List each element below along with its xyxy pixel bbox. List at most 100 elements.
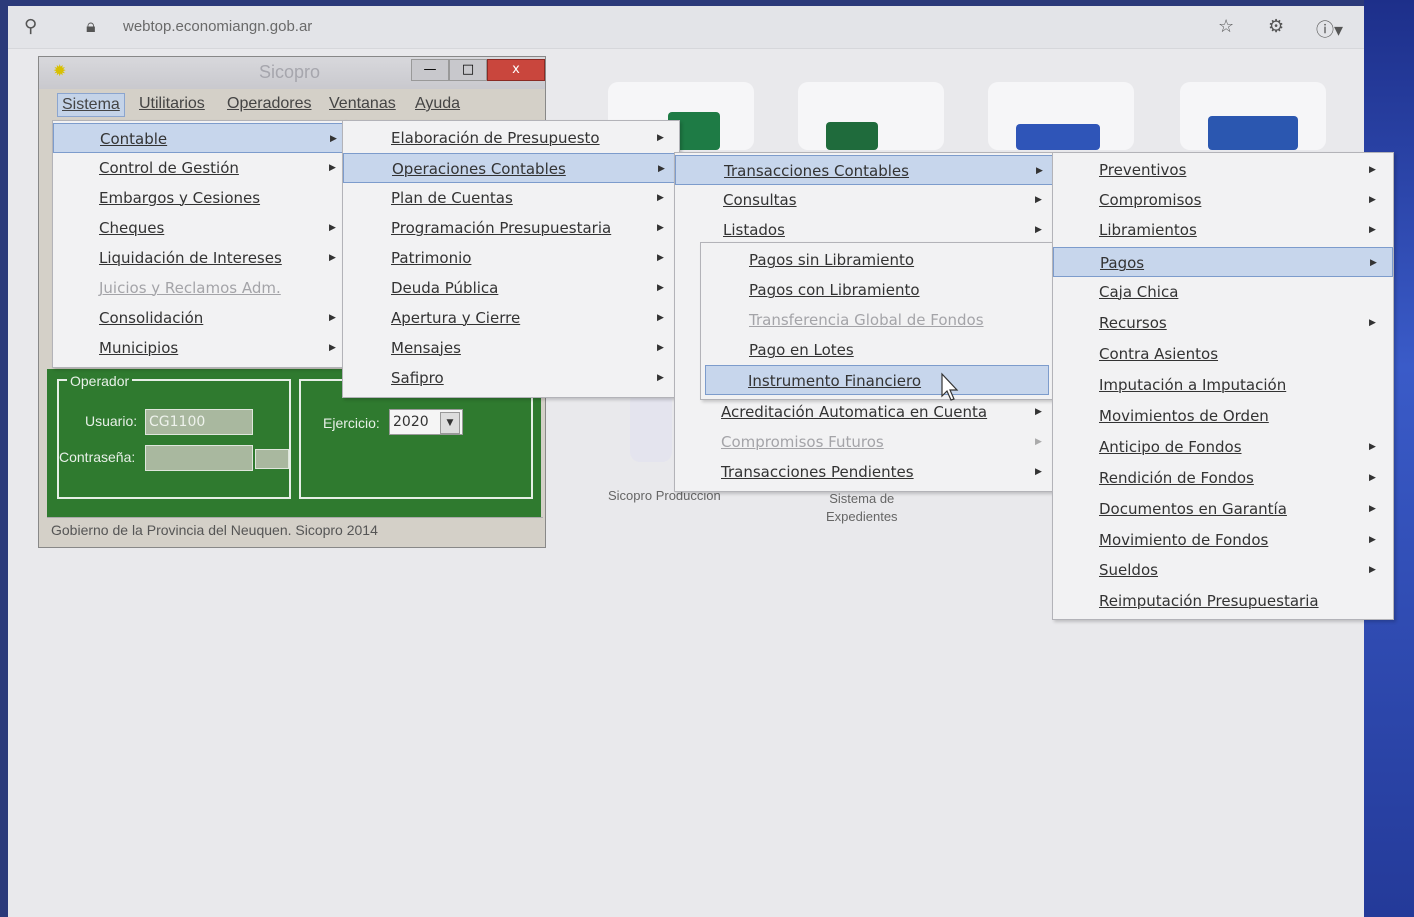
menu-item-movimiento-fondos[interactable]: Movimiento de Fondos ▶ — [1053, 525, 1393, 555]
menu-item-movimientos-orden[interactable]: Movimientos de Orden — [1053, 401, 1393, 431]
menu-item-label: Pagos con Libramiento — [749, 281, 920, 299]
menu-item-transacciones-pendientes[interactable]: Transacciones Pendientes ▶ — [675, 457, 1055, 487]
url-text[interactable]: webtop.economiangn.gob.ar — [123, 18, 312, 35]
menu-item-listados[interactable]: Listados ▶ — [675, 215, 1055, 245]
menu-ventanas[interactable]: Ventanas — [325, 93, 400, 115]
menu-item-label: Mensajes — [391, 339, 461, 357]
ejercicio-select[interactable]: 2020 ▼ — [389, 409, 463, 435]
menu-item-operaciones-contables[interactable]: Operaciones Contables ▶ — [343, 153, 679, 183]
menu-ayuda[interactable]: Ayuda — [411, 93, 464, 115]
menu-item-cheques[interactable]: Cheques ▶ — [53, 213, 345, 243]
menu-item-compromisos-futuros[interactable]: Compromisos Futuros ▶ — [675, 427, 1055, 457]
menu-item-safipro[interactable]: Safipro ▶ — [343, 363, 679, 393]
app-tile-visio[interactable] — [988, 82, 1134, 150]
menu-item-recursos[interactable]: Recursos ▶ — [1053, 308, 1393, 338]
arrow-right-icon: ▶ — [1369, 165, 1376, 175]
menu-item-acreditacion[interactable]: Acreditación Automatica en Cuenta ▶ — [675, 397, 1055, 427]
menu-item-label: Imputación a Imputación — [1099, 376, 1287, 394]
arrow-right-icon: ▶ — [1035, 407, 1042, 417]
usuario-label: Usuario: — [85, 413, 138, 429]
menu-item-imputacion[interactable]: Imputación a Imputación — [1053, 370, 1393, 400]
app-tile-word[interactable] — [1180, 82, 1326, 150]
star-icon[interactable]: ☆ — [1218, 16, 1234, 37]
menu-item-programacion[interactable]: Programación Presupuestaria ▶ — [343, 213, 679, 243]
menu-item-plan-cuentas[interactable]: Plan de Cuentas ▶ — [343, 183, 679, 213]
menu-item-label: Pagos sin Libramiento — [749, 251, 915, 269]
menu-item-contable[interactable]: Contable ▶ — [53, 123, 345, 153]
chevron-down-icon[interactable]: ▼ — [440, 412, 460, 434]
lock-icon: 🔒︎ — [86, 16, 96, 37]
menu-item-liquidacion[interactable]: Liquidación de Intereses ▶ — [53, 243, 345, 273]
gear-icon[interactable]: ⚙ — [1268, 16, 1284, 37]
menu-item-instrumento-financiero[interactable]: Instrumento Financiero — [705, 365, 1049, 395]
app-tile-project[interactable] — [798, 82, 944, 150]
menu-item-compromisos[interactable]: Compromisos ▶ — [1053, 185, 1393, 215]
menu-item-control-gestion[interactable]: Control de Gestión ▶ — [53, 153, 345, 183]
minimize-button[interactable]: — — [411, 59, 449, 81]
menu-item-rendicion[interactable]: Rendición de Fondos ▶ — [1053, 463, 1393, 493]
contrasena-input[interactable] — [145, 445, 253, 471]
menu-item-consolidacion[interactable]: Consolidación ▶ — [53, 303, 345, 333]
menu-item-anticipo[interactable]: Anticipo de Fondos ▶ — [1053, 432, 1393, 462]
window-titlebar[interactable]: ✹ Sicopro — □ x — [39, 57, 545, 89]
help-icon[interactable]: ⓘ▾ — [1316, 16, 1343, 42]
menu-item-mensajes[interactable]: Mensajes ▶ — [343, 333, 679, 363]
menu-item-pago-en-lotes[interactable]: Pago en Lotes — [701, 335, 1053, 365]
menu-utilitarios[interactable]: Utilitarios — [135, 93, 209, 115]
menu-item-libramientos[interactable]: Libramientos ▶ — [1053, 215, 1393, 245]
menu-item-label: Caja Chica — [1099, 283, 1179, 301]
usuario-input[interactable]: CG1100 — [145, 409, 253, 435]
arrow-right-icon: ▶ — [1035, 467, 1042, 477]
menu-item-pagos-sin-libramiento[interactable]: Pagos sin Libramiento — [701, 245, 1053, 275]
menu-item-apertura[interactable]: Apertura y Cierre ▶ — [343, 303, 679, 333]
arrow-right-icon: ▶ — [1369, 473, 1376, 483]
menu-operadores[interactable]: Operadores — [223, 93, 316, 115]
menu-item-preventivos[interactable]: Preventivos ▶ — [1053, 155, 1393, 185]
menu-item-label: Listados — [723, 221, 785, 239]
operador-frame — [57, 379, 291, 499]
menu-item-label: Pagos — [1100, 254, 1145, 272]
menu-item-label: Compromisos — [1099, 191, 1202, 209]
contrasena-label: Contraseña: — [59, 449, 136, 465]
menu-item-label: Transacciones Pendientes — [721, 463, 914, 481]
status-bar: Gobierno de la Provincia del Neuquen. Si… — [47, 517, 543, 542]
maximize-button[interactable]: □ — [449, 59, 487, 81]
menu-item-transacciones-contables[interactable]: Transacciones Contables ▶ — [675, 155, 1055, 185]
menu-transacciones-dropdown: Preventivos ▶ Compromisos ▶ Libramientos ▶ … — [1052, 152, 1394, 620]
menu-item-label: Compromisos Futuros — [721, 433, 884, 451]
menu-item-pagos[interactable]: Pagos ▶ — [1053, 247, 1393, 277]
arrow-right-icon: ▶ — [1035, 195, 1042, 205]
arrow-right-icon: ▶ — [1369, 195, 1376, 205]
menu-item-patrimonio[interactable]: Patrimonio ▶ — [343, 243, 679, 273]
menu-item-label: Preventivos — [1099, 161, 1187, 179]
menu-item-pagos-con-libramiento[interactable]: Pagos con Libramiento — [701, 275, 1053, 305]
menu-sistema[interactable]: Sistema — [57, 93, 125, 117]
menubar: Sistema Utilitarios Operadores Ventanas … — [47, 89, 545, 119]
menu-item-embargos[interactable]: Embargos y Cesiones — [53, 183, 345, 213]
menu-item-label: Reimputación Presupuestaria — [1099, 592, 1319, 610]
app-tile-sicopro[interactable] — [630, 392, 672, 462]
extension-icon[interactable]: ⚲ — [24, 16, 37, 37]
menu-item-reimputacion[interactable]: Reimputación Presupuestaria — [1053, 586, 1393, 616]
window-title: Sicopro — [259, 62, 321, 82]
menu-item-municipios[interactable]: Municipios ▶ — [53, 333, 345, 363]
arrow-right-icon: ▶ — [1035, 225, 1042, 235]
menu-item-label: Safipro — [391, 369, 444, 387]
menu-item-label: Sueldos — [1099, 561, 1158, 579]
menu-item-documentos-garantia[interactable]: Documentos en Garantía ▶ — [1053, 494, 1393, 524]
menu-item-consultas[interactable]: Consultas ▶ — [675, 185, 1055, 215]
arrow-right-icon: ▶ — [329, 163, 336, 173]
menu-item-label: Municipios — [99, 339, 179, 357]
arrow-right-icon: ▶ — [1369, 318, 1376, 328]
menu-item-deuda[interactable]: Deuda Pública ▶ — [343, 273, 679, 303]
menu-item-elaboracion[interactable]: Elaboración de Presupuesto ▶ — [343, 123, 679, 153]
menu-item-transferencia-global[interactable]: Transferencia Global de Fondos — [701, 305, 1053, 335]
menu-item-contra-asientos[interactable]: Contra Asientos — [1053, 339, 1393, 369]
menu-item-caja-chica[interactable]: Caja Chica — [1053, 277, 1393, 307]
arrow-right-icon: ▶ — [657, 343, 664, 353]
close-button[interactable]: x — [487, 59, 545, 81]
menu-item-juicios[interactable]: Juicios y Reclamos Adm. — [53, 273, 345, 303]
arrow-right-icon: ▶ — [657, 283, 664, 293]
contrasena-button[interactable] — [255, 449, 289, 469]
menu-item-sueldos[interactable]: Sueldos ▶ — [1053, 555, 1393, 585]
